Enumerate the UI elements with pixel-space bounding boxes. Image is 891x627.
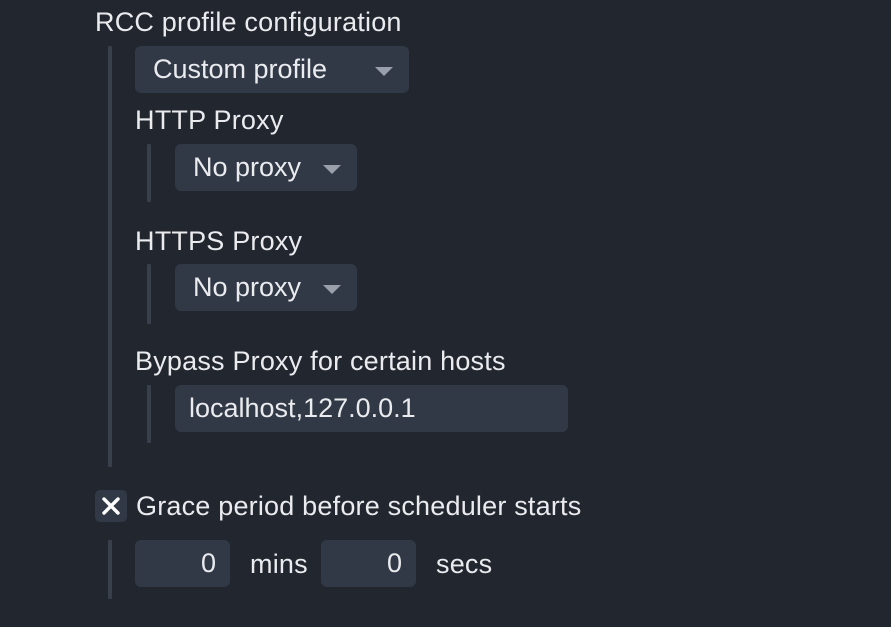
- http-proxy-selected: No proxy: [193, 152, 302, 182]
- https-proxy-indent-line: [147, 264, 151, 324]
- chevron-down-icon: [323, 164, 341, 174]
- grace-mins-unit: mins: [250, 549, 308, 579]
- http-proxy-label: HTTP Proxy: [135, 105, 284, 135]
- grace-period-label: Grace period before scheduler starts: [136, 491, 582, 521]
- bypass-proxy-hosts-input[interactable]: localhost,127.0.0.1: [175, 385, 568, 432]
- grace-period-checkbox[interactable]: [95, 490, 127, 522]
- rcc-profile-selected: Custom profile: [153, 54, 328, 84]
- http-proxy-dropdown[interactable]: No proxy: [175, 144, 357, 191]
- rcc-profile-title: RCC profile configuration: [95, 7, 402, 37]
- close-x-icon: [102, 497, 120, 515]
- grace-period-indent-line: [108, 540, 112, 599]
- https-proxy-selected: No proxy: [193, 272, 302, 302]
- rcc-profile-dropdown[interactable]: Custom profile: [135, 46, 409, 93]
- rcc-section-indent-line: [108, 46, 112, 467]
- grace-secs-unit: secs: [436, 549, 493, 579]
- grace-secs-input[interactable]: 0: [321, 540, 416, 587]
- https-proxy-dropdown[interactable]: No proxy: [175, 264, 357, 311]
- bypass-proxy-indent-line: [147, 385, 151, 443]
- https-proxy-label: HTTPS Proxy: [135, 226, 303, 256]
- chevron-down-icon: [375, 66, 393, 76]
- settings-panel: RCC profile configuration Custom profile…: [0, 0, 891, 627]
- grace-mins-input[interactable]: 0: [135, 540, 230, 587]
- http-proxy-indent-line: [147, 144, 151, 202]
- chevron-down-icon: [323, 284, 341, 294]
- bypass-proxy-label: Bypass Proxy for certain hosts: [135, 346, 506, 376]
